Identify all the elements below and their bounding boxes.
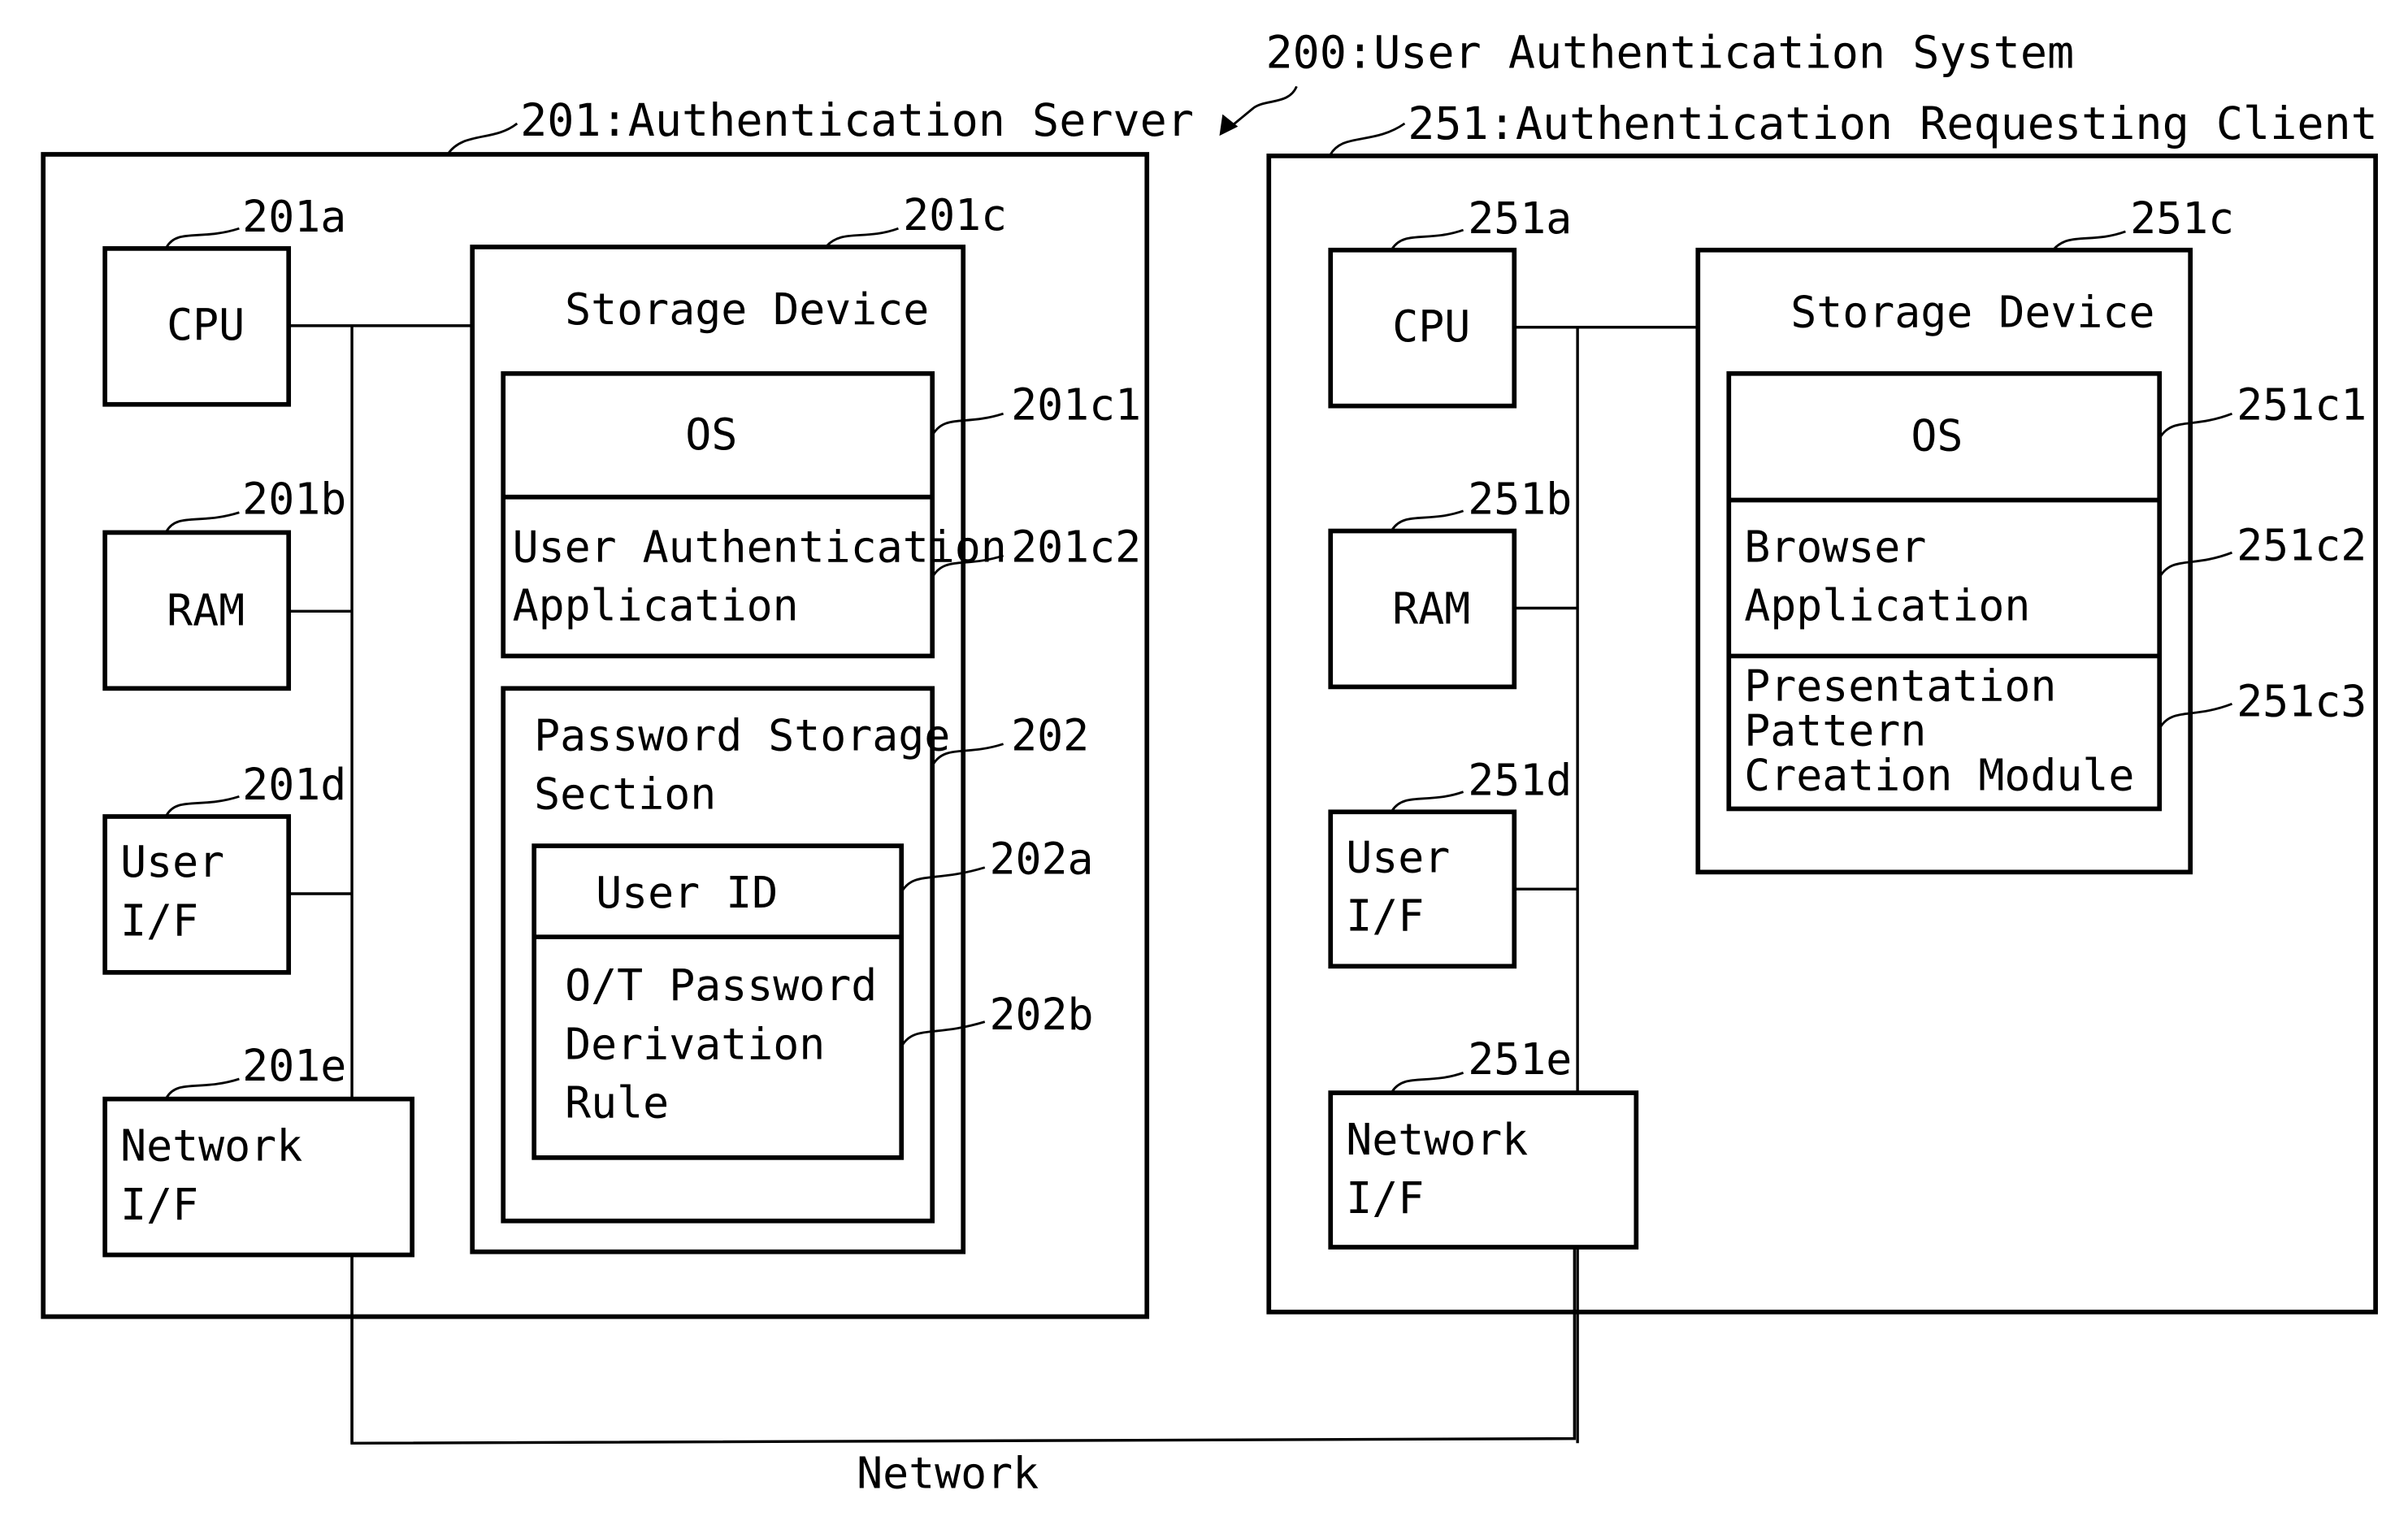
system-diagram: 200:User Authentication System 201:Authe… <box>41 27 2378 1498</box>
ref-202a: 202a <box>989 834 1093 884</box>
client-cpu-label: CPU <box>1392 301 1470 352</box>
rule-line1: O/T Password <box>565 960 877 1011</box>
client-os-label: OS <box>1911 411 1963 461</box>
arrow-icon <box>1219 114 1239 136</box>
ref-202: 202 <box>1011 710 1089 760</box>
server-user-if-line2: I/F <box>120 895 198 946</box>
server-cpu-label: CPU <box>167 300 245 350</box>
ref-251c2: 251c2 <box>2237 521 2367 571</box>
ref-251e: 251e <box>1468 1034 1572 1085</box>
client-user-if-line2: I/F <box>1346 891 1424 942</box>
ref-251d: 251d <box>1468 755 1572 805</box>
ref-201c2: 201c2 <box>1011 522 1141 573</box>
system-label: 200:User Authentication System <box>1265 27 2074 79</box>
ref-251b: 251b <box>1468 474 1572 525</box>
client-ram-label: RAM <box>1392 584 1470 635</box>
client-storage-label: Storage Device <box>1790 288 2154 338</box>
rule-line2: Derivation <box>565 1019 825 1069</box>
server-label: 201:Authentication Server <box>520 94 1194 146</box>
system-leader <box>1226 85 1298 131</box>
ref-251c3: 251c3 <box>2237 677 2367 727</box>
module-line2: Pattern <box>1744 706 1926 756</box>
module-line3: Creation Module <box>1744 751 2134 801</box>
password-section-line2: Section <box>534 769 716 819</box>
ref-201e: 201e <box>242 1041 346 1091</box>
authentication-requesting-client: 251:Authentication Requesting Client CPU… <box>1266 97 2378 1444</box>
client-leader <box>1330 122 1406 155</box>
server-network-if-line2: I/F <box>120 1180 198 1230</box>
network-label: Network <box>857 1448 1039 1498</box>
server-app-line2: Application <box>513 581 799 631</box>
module-line1: Presentation <box>1744 661 2056 712</box>
server-leader <box>446 122 518 155</box>
rule-line3: Rule <box>565 1077 669 1128</box>
client-label: 251:Authentication Requesting Client <box>1408 97 2378 149</box>
client-network-if-line2: I/F <box>1346 1173 1424 1224</box>
client-network-if-line1: Network <box>1346 1115 1528 1165</box>
server-user-if-line1: User <box>120 837 224 887</box>
server-ram-label: RAM <box>167 585 245 635</box>
browser-line2: Application <box>1744 581 2030 631</box>
ref-201c1: 201c1 <box>1011 380 1141 431</box>
client-user-if-line1: User <box>1346 832 1450 882</box>
browser-line1: Browser <box>1744 522 1926 573</box>
ref-202b: 202b <box>989 990 1093 1040</box>
ref-201b: 201b <box>242 474 346 525</box>
ref-201a: 201a <box>242 192 346 242</box>
ref-201d: 201d <box>242 760 346 810</box>
user-id-label: User ID <box>596 868 778 918</box>
server-network-if-line1: Network <box>120 1121 302 1172</box>
authentication-server: 201:Authentication Server CPU 201a RAM 2… <box>41 94 1194 1444</box>
server-app-line1: User Authentication <box>513 522 1007 573</box>
password-section-line1: Password Storage <box>534 710 950 760</box>
server-storage-label: Storage Device <box>565 284 929 335</box>
server-os-label: OS <box>685 409 737 460</box>
ref-251c: 251c <box>2130 193 2234 244</box>
ref-251a: 251a <box>1468 193 1572 244</box>
ref-201c: 201c <box>903 190 1007 240</box>
ref-251c1: 251c1 <box>2237 380 2367 431</box>
